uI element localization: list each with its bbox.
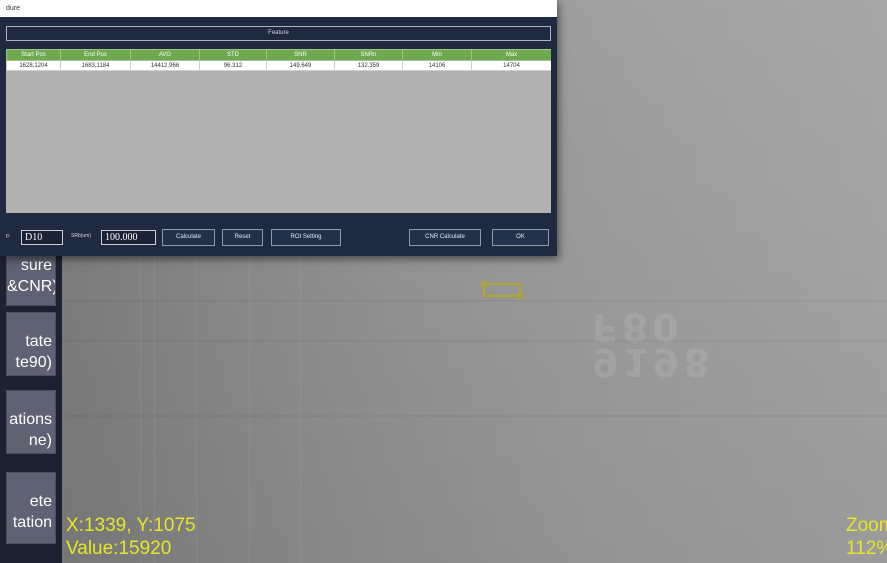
zoom-value: 112% (846, 538, 887, 559)
cell-snrn: 132.359 (334, 60, 403, 71)
table-row[interactable]: 1628,1204 1683,1184 14412.966 96.312 149… (6, 60, 551, 71)
cell-min: 14106 (402, 60, 472, 71)
table-header-row: Start Pos End Pos AVG STD SNR SNRn Min M… (6, 49, 551, 61)
image-band (62, 340, 887, 342)
image-band (62, 300, 887, 302)
coordinate-readout: X:1339, Y:1075 Value:15920 (66, 514, 196, 560)
dialog-title: dure (0, 0, 557, 17)
ghost-text-bottom: 9198 (592, 340, 714, 384)
cursor-coordinates: X:1339, Y:1075 (66, 515, 196, 536)
col-end-pos[interactable]: End Pos (60, 49, 131, 61)
cell-max: 14704 (471, 60, 551, 71)
col-snrn[interactable]: SNRn (334, 49, 403, 61)
image-band (62, 415, 887, 417)
image-streak (196, 250, 197, 563)
image-streak (300, 250, 301, 563)
cell-start-pos: 1628,1204 (6, 60, 61, 71)
col-start-pos[interactable]: Start Pos (6, 49, 61, 61)
col-std[interactable]: STD (199, 49, 267, 61)
col-max[interactable]: Max (471, 49, 551, 61)
cnr-calculate-button[interactable]: CNR Calculate (409, 229, 481, 246)
pixel-value: Value:15920 (66, 538, 172, 559)
col-snr[interactable]: SNR (266, 49, 335, 61)
delete-annotation-button[interactable]: ete tation (6, 472, 56, 544)
gap-input[interactable]: D10 (21, 230, 63, 245)
roi-marker[interactable] (481, 281, 523, 299)
rotate90-button[interactable]: tate te90) (6, 312, 56, 376)
roi-setting-button[interactable]: ROI Setting (271, 229, 341, 246)
feature-header: Feature (6, 26, 551, 41)
zoom-readout: Zoom 112% (846, 514, 887, 560)
measure-dialog: dure Feature Start Pos End Pos AVG STD S… (0, 0, 557, 256)
results-table-area: Start Pos End Pos AVG STD SNR SNRn Min M… (6, 49, 551, 213)
col-avg[interactable]: AVG (130, 49, 200, 61)
cell-end-pos: 1683,1184 (60, 60, 131, 71)
annotations-button[interactable]: ations ne) (6, 390, 56, 454)
ok-button[interactable]: OK (492, 229, 549, 246)
srb-input[interactable]: 100.000 (101, 230, 156, 245)
cell-avg: 14412.966 (130, 60, 200, 71)
srb-label: SRb(um) (71, 233, 92, 239)
calculate-button[interactable]: Calculate (162, 229, 215, 246)
cell-std: 96.312 (199, 60, 267, 71)
gap-label: p: (6, 233, 11, 239)
reset-button[interactable]: Reset (222, 229, 263, 246)
col-min[interactable]: Min (402, 49, 472, 61)
zoom-label: Zoom (846, 515, 887, 536)
cell-snr: 149.649 (266, 60, 335, 71)
results-table: Start Pos End Pos AVG STD SNR SNRn Min M… (6, 49, 551, 71)
image-streak (249, 250, 250, 563)
